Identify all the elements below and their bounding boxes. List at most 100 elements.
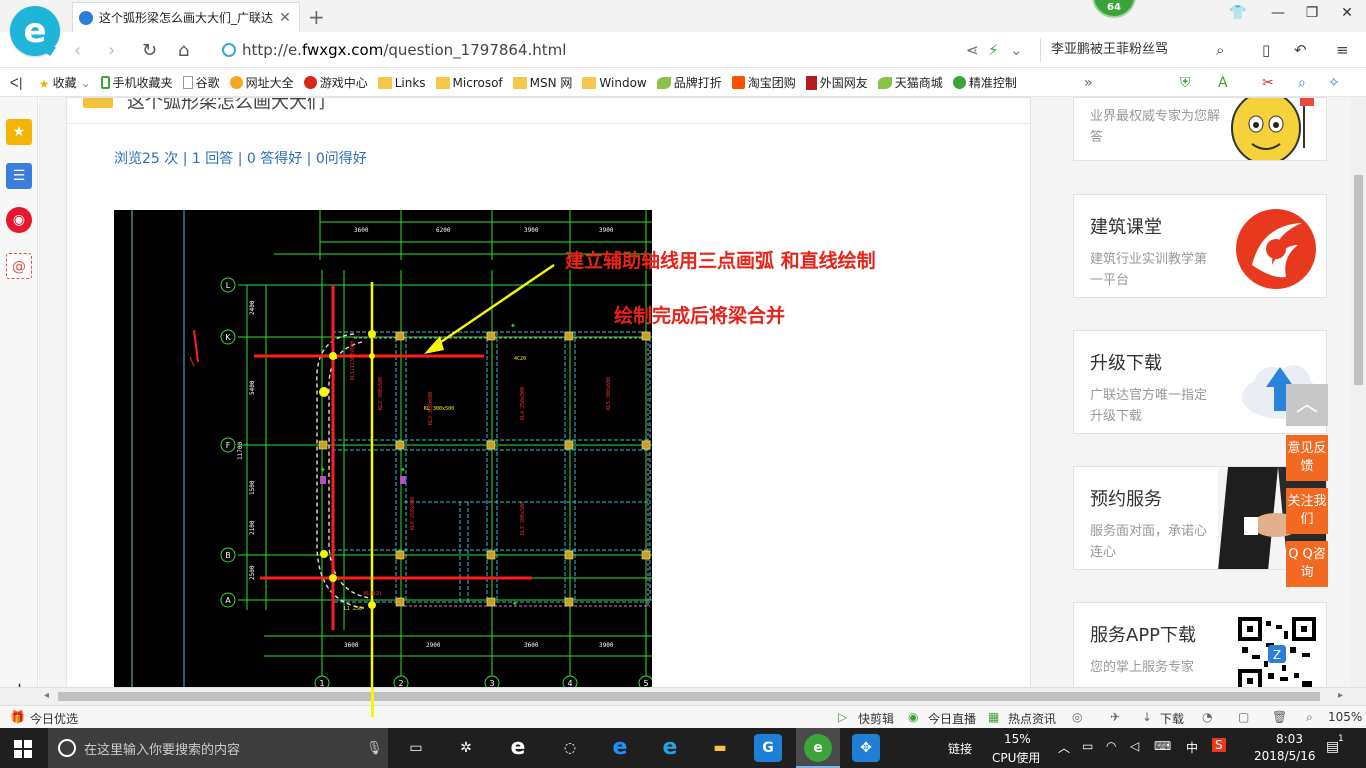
windows-start-icon[interactable] (14, 740, 32, 758)
restore-icon[interactable]: ❐ (1302, 5, 1322, 21)
bookmark-item[interactable]: 品牌打折 (656, 74, 722, 91)
url-input[interactable]: http://e.fwxgx.com/question_1797864.html (222, 38, 1032, 62)
downloads-link[interactable]: 下载 (1160, 710, 1184, 727)
bookmark-item[interactable]: MSN 网 (512, 74, 572, 91)
g-app-icon[interactable]: G (754, 734, 782, 762)
keyboard-icon[interactable]: ⌨ (1154, 739, 1171, 753)
back-to-top-button[interactable]: ︿ (1286, 384, 1328, 426)
browser-tab[interactable]: 这个弧形梁怎么画大大们_广联达 ✕ (72, 2, 300, 32)
horizontal-scroll-thumb[interactable] (58, 692, 1320, 701)
question-stats[interactable]: 浏览25 次 | 1 回答 | 0 答得好 | 0问得好 (114, 148, 367, 168)
window-icon[interactable]: ▢ (1238, 710, 1249, 724)
bookmark-item[interactable]: ★ 收藏 ⌄ (39, 74, 91, 91)
close-tab-icon[interactable]: ✕ (277, 10, 293, 26)
vertical-scrollbar[interactable] (1351, 97, 1366, 687)
course-card[interactable]: 建筑课堂 建筑行业实训教学第一平台 (1073, 194, 1327, 298)
move-app-icon[interactable]: ✥ (852, 734, 880, 762)
hot-news-link[interactable]: 热点资讯 (1008, 710, 1056, 727)
minimize-icon[interactable]: — (1268, 5, 1288, 21)
home-icon[interactable]: ⌂ (178, 40, 189, 61)
internet-explorer-icon[interactable]: e (656, 734, 684, 762)
horizontal-scrollbar[interactable]: ◂ ▸ (0, 687, 1366, 705)
sound-icon[interactable]: ◔ (1202, 710, 1212, 724)
tray-expand-icon[interactable]: ︿ (1058, 739, 1070, 756)
zoom-icon[interactable]: ⌕ (1306, 710, 1313, 725)
app-download-card[interactable]: 服务APP下载 您的掌上服务专家 Z (1073, 602, 1327, 687)
search-input[interactable]: 李亚鹏被王菲粉丝骂 (1040, 38, 1240, 62)
share-icon[interactable]: ⋖ (966, 41, 979, 59)
scissors-icon[interactable]: ✂ (1262, 75, 1274, 91)
battery-icon[interactable]: ▭ (1082, 739, 1093, 753)
more-bookmarks-icon[interactable]: » (1084, 75, 1093, 91)
pinwheel-app-icon[interactable]: ✲ (452, 734, 480, 762)
bookmark-item[interactable]: 外国网友 (805, 74, 868, 91)
scroll-left-icon[interactable]: ◂ (44, 690, 49, 701)
forward-icon[interactable]: › (108, 40, 115, 61)
translate-icon[interactable]: A (1218, 75, 1228, 91)
vertical-scroll-thumb[interactable] (1354, 175, 1363, 385)
clock-date[interactable]: 2018/5/16 (1254, 749, 1316, 763)
clock-time[interactable]: 8:03 (1276, 732, 1303, 746)
wand-icon[interactable]: ✧ (1328, 75, 1340, 91)
follow-us-button[interactable]: 关注我们 (1286, 488, 1328, 534)
bookmark-item[interactable]: 手机收藏夹 (100, 74, 173, 91)
dropdown-icon[interactable]: ⌄ (1010, 41, 1023, 59)
back-icon[interactable]: ‹ (74, 40, 81, 61)
volume-icon[interactable]: ◁ (1130, 739, 1139, 753)
lightning-icon[interactable]: ⚡ (988, 41, 999, 59)
new-tab-icon[interactable]: + (308, 5, 325, 29)
axis-label-K: K (225, 333, 231, 342)
bookmark-item[interactable]: Microsof (435, 76, 503, 90)
links-toolbar-label[interactable]: 链接 (948, 740, 972, 757)
feedback-button[interactable]: 意见反馈 (1286, 435, 1328, 481)
reading-list-icon[interactable]: ☰ (6, 163, 32, 189)
cad-overflow-line (371, 687, 374, 717)
microphone-icon[interactable]: 🎙 (366, 741, 383, 756)
sogou-icon[interactable]: S (1212, 738, 1226, 752)
bookmark-item[interactable]: Links (377, 76, 426, 90)
browser-logo-icon[interactable]: e (10, 6, 60, 56)
shield-icon[interactable]: ⛨ (1180, 75, 1191, 91)
speed-icon[interactable]: ◎ (1072, 710, 1082, 724)
zoom-search-icon[interactable]: ⌕ (1298, 75, 1306, 91)
mail-icon[interactable]: @ (6, 253, 32, 279)
menu-icon[interactable]: ≡ (1336, 41, 1349, 59)
edge-browser-icon[interactable]: e (606, 734, 634, 762)
today-picks-link[interactable]: 今日优选 (30, 710, 78, 727)
browser-taskbar-icon[interactable]: e (804, 734, 832, 762)
phone-icon[interactable]: ▯ (1262, 41, 1270, 59)
bookmark-item[interactable]: 淘宝团购 (731, 74, 796, 91)
taskbar-search-input[interactable]: 在这里输入你要搜索的内容 🎙 (48, 728, 388, 768)
bookmark-item[interactable]: 天猫商城 (877, 74, 943, 91)
live-link[interactable]: 今日直播 (928, 710, 976, 727)
shirt-icon[interactable]: 👕 (1228, 5, 1248, 21)
notification-badge[interactable]: 64 (1092, 0, 1136, 18)
undo-icon[interactable]: ↶ (1294, 41, 1307, 59)
close-window-icon[interactable]: ✕ (1337, 5, 1357, 21)
firefox-app-icon[interactable]: ◌ (556, 734, 584, 762)
favorites-star-icon[interactable]: ★ (6, 119, 32, 145)
search-icon[interactable]: ⌕ (1216, 41, 1224, 59)
svg-text:5400: 5400 (249, 380, 256, 395)
bookmark-item[interactable]: 谷歌 (182, 74, 220, 91)
file-explorer-icon[interactable]: ▬ (706, 734, 734, 762)
wifi-icon[interactable]: ◠ (1106, 739, 1116, 753)
zoom-level[interactable]: 105% (1328, 710, 1362, 724)
bookmark-item[interactable]: 精准控制 (952, 74, 1017, 91)
bookmark-item[interactable]: 网址大全 (229, 74, 294, 91)
pin-icon[interactable]: ✈ (1110, 710, 1120, 724)
refresh-icon[interactable]: ↻ (142, 40, 157, 61)
collapse-sidebar-icon[interactable]: ᐸ| (10, 76, 23, 90)
ie-browser-icon[interactable]: e (504, 734, 532, 762)
bookmark-item[interactable]: Window (582, 76, 647, 90)
qq-consult-button[interactable]: Q Q咨询 (1286, 541, 1328, 587)
expert-card[interactable]: 业界最权威专家为您解答 (1073, 97, 1327, 161)
scroll-right-icon[interactable]: ▸ (1338, 690, 1343, 701)
weibo-icon[interactable]: ◉ (6, 207, 32, 233)
bookmark-item[interactable]: 游戏中心 (303, 74, 368, 91)
task-view-icon[interactable]: ▭ (402, 734, 430, 762)
trash-icon[interactable]: 🗑 (1272, 710, 1287, 724)
quick-clip-link[interactable]: 快剪辑 (858, 710, 894, 727)
secure-globe-icon (222, 43, 236, 57)
ime-indicator[interactable]: 中 (1186, 739, 1198, 756)
